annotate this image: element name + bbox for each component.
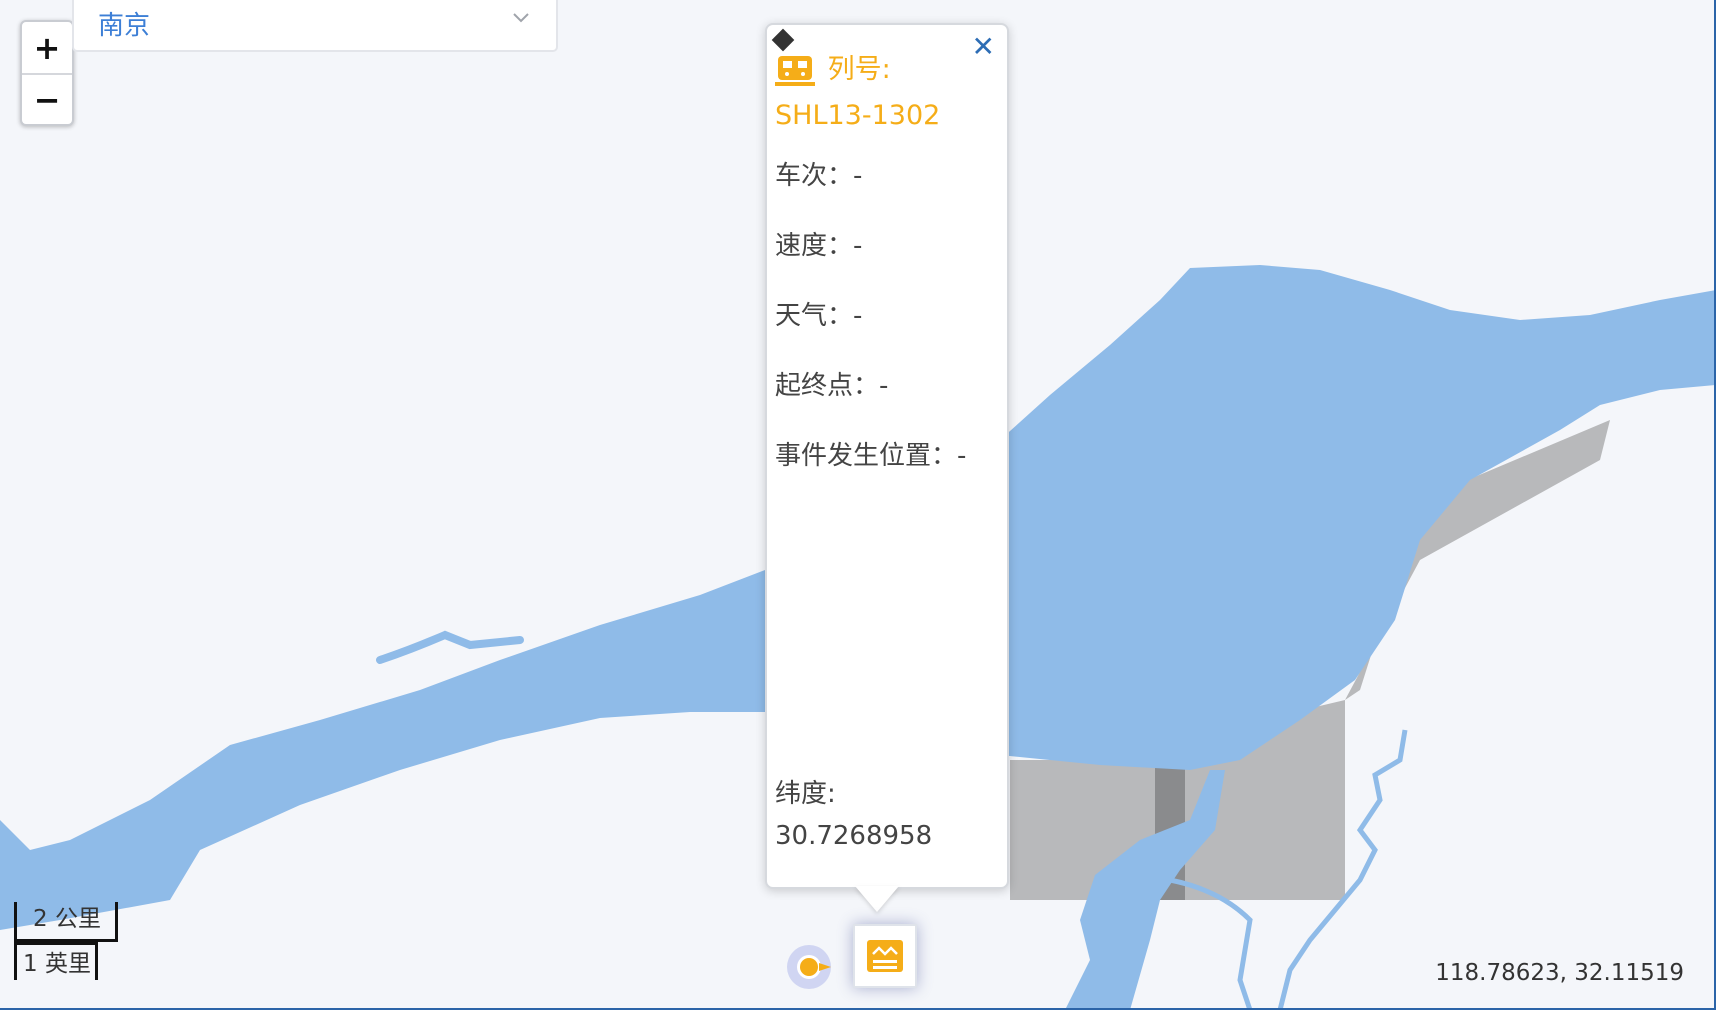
- map-canvas[interactable]: + − 南京 ✕ 列号: SHL13-1302 车次：- 速度：- 天气：- 起…: [0, 0, 1716, 1010]
- signal-station-marker[interactable]: [853, 924, 917, 988]
- info-popup: ✕ 列号: SHL13-1302 车次：- 速度：- 天气：- 起终点：- 事件…: [765, 23, 1009, 889]
- popup-tail: [855, 886, 899, 912]
- city-select-value: 南京: [98, 10, 151, 41]
- scale-bar-mi: 1 英里: [14, 942, 98, 980]
- popup-title-label: 列号:: [827, 54, 891, 85]
- popup-title-value: SHL13-1302: [775, 100, 941, 131]
- latitude-value: 30.7268958: [775, 821, 933, 851]
- field-weather: 天气：-: [775, 301, 863, 331]
- latitude-label: 纬度:: [775, 779, 836, 809]
- zoom-in-button[interactable]: +: [22, 22, 72, 73]
- field-train-number: 车次：-: [775, 161, 863, 191]
- scale-bar-km: 2 公里: [14, 902, 118, 942]
- popup-title: 列号: SHL13-1302: [775, 47, 997, 139]
- field-event-location: 事件发生位置：-: [775, 441, 967, 471]
- cursor-coordinates: 118.78623, 32.11519: [1435, 960, 1684, 986]
- field-latitude: 纬度: 30.7268958: [775, 773, 999, 857]
- field-route: 起终点：-: [775, 371, 889, 401]
- popup-fields: 车次：- 速度：- 天气：- 起终点：- 事件发生位置：-: [775, 155, 999, 505]
- signal-station-icon: [867, 940, 903, 972]
- zoom-out-button[interactable]: −: [22, 73, 72, 124]
- location-dot-icon[interactable]: [785, 943, 833, 991]
- train-icon: [775, 55, 815, 86]
- river-branch: [376, 630, 524, 664]
- chevron-down-icon: [513, 13, 529, 23]
- city-select[interactable]: 南京: [72, 0, 558, 52]
- field-speed: 速度：-: [775, 231, 863, 261]
- zoom-control: + −: [20, 20, 74, 126]
